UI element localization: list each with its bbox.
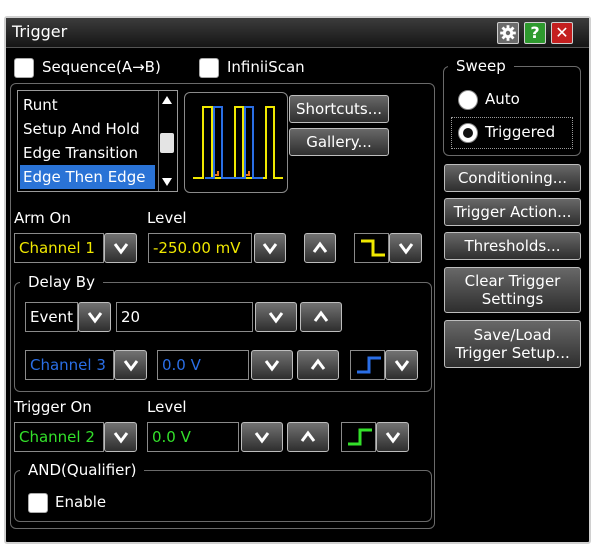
chevron-up-icon — [313, 310, 329, 322]
rising-edge-icon — [348, 428, 372, 446]
infiniiscan-checkbox[interactable] — [199, 58, 219, 78]
question-icon: ? — [530, 23, 540, 42]
infiniiscan-label: InfiniiScan — [227, 58, 305, 76]
chevron-down-icon — [385, 432, 400, 444]
scroll-thumb[interactable] — [160, 133, 174, 153]
clear-trigger-line1: Clear Trigger — [464, 272, 561, 290]
sweep-auto-radio[interactable] — [458, 90, 478, 110]
delay-mode-dropdown[interactable] — [78, 302, 111, 332]
chevron-up-icon — [312, 241, 328, 253]
dialog-title: Trigger — [12, 22, 68, 41]
close-button[interactable]: ✕ — [551, 22, 573, 44]
clear-trigger-line2: Settings — [481, 290, 544, 308]
chevron-down-icon — [254, 432, 270, 444]
delay-level-down-button[interactable] — [251, 350, 293, 380]
delay-level-input[interactable]: 0.0 V — [157, 350, 249, 380]
trigger-on-slope-select[interactable] — [341, 422, 376, 452]
arm-on-source-select[interactable]: Channel 1 — [14, 233, 104, 263]
trigger-on-label: Trigger On — [14, 398, 92, 416]
sweep-auto-label: Auto — [485, 90, 520, 108]
arm-on-slope-select[interactable] — [354, 233, 389, 263]
sweep-triggered-radio[interactable] — [458, 123, 478, 143]
chevron-down-icon — [264, 360, 280, 372]
list-item-selected[interactable]: Edge Then Edge — [20, 165, 155, 189]
trigger-on-level-down-button[interactable] — [241, 422, 283, 452]
sweep-triggered-label: Triggered — [485, 123, 556, 141]
trigger-on-source-select[interactable]: Channel 2 — [14, 422, 104, 452]
chevron-up-icon — [310, 358, 326, 370]
list-item[interactable]: Edge Transition — [20, 141, 155, 165]
chevron-down-icon — [398, 243, 413, 255]
trigger-waveform-preview — [184, 92, 288, 193]
shortcuts-button[interactable]: Shortcuts... — [289, 95, 389, 123]
qualifier-enable-label: Enable — [55, 493, 107, 511]
arm-on-level-input[interactable]: -250.00 mV — [148, 233, 252, 263]
delay-slope-select[interactable] — [350, 350, 385, 380]
chevron-down-icon — [113, 432, 128, 444]
qualifier-enable-checkbox[interactable] — [28, 493, 48, 513]
delay-mode-select[interactable]: Event — [25, 302, 78, 332]
delay-source-select[interactable]: Channel 3 — [25, 350, 114, 380]
delay-slope-dropdown[interactable] — [385, 350, 418, 380]
chevron-up-icon — [300, 430, 316, 442]
scroll-down-icon[interactable] — [160, 175, 174, 189]
save-load-line1: Save/Load — [473, 326, 552, 344]
chevron-down-icon — [123, 360, 138, 372]
help-button[interactable]: ? — [524, 22, 546, 44]
delay-by-title: Delay By — [20, 273, 103, 291]
sweep-title: Sweep — [448, 57, 514, 75]
trigger-on-level-label: Level — [147, 398, 187, 416]
delay-count-input[interactable]: 20 — [116, 302, 253, 332]
rising-edge-icon — [357, 356, 381, 374]
sequence-checkbox[interactable] — [14, 58, 34, 78]
arm-on-level-down-button[interactable] — [254, 233, 286, 263]
list-item[interactable]: Runt — [20, 93, 155, 117]
trigger-action-button[interactable]: Trigger Action... — [444, 198, 581, 226]
trigger-on-source-dropdown[interactable] — [104, 422, 137, 452]
arm-on-label: Arm On — [14, 209, 71, 227]
delay-count-up-button[interactable] — [300, 302, 342, 332]
sequence-label: Sequence(A→B) — [42, 58, 161, 76]
trigger-on-level-up-button[interactable] — [287, 422, 329, 452]
falling-edge-icon — [361, 239, 385, 257]
trigger-on-slope-dropdown[interactable] — [376, 422, 409, 452]
arm-on-slope-dropdown[interactable] — [389, 233, 422, 263]
arm-on-level-label: Level — [147, 209, 187, 227]
arm-on-source-dropdown[interactable] — [104, 233, 137, 263]
close-icon: ✕ — [555, 23, 569, 42]
save-load-trigger-setup-button[interactable]: Save/Load Trigger Setup... — [444, 320, 581, 368]
chevron-down-icon — [394, 360, 409, 372]
gear-icon[interactable] — [497, 22, 519, 44]
chevron-down-icon — [268, 312, 284, 324]
save-load-line2: Trigger Setup... — [455, 344, 570, 362]
list-item[interactable]: Setup And Hold — [20, 117, 155, 141]
chevron-down-icon — [262, 243, 278, 255]
conditioning-button[interactable]: Conditioning... — [444, 164, 581, 192]
delay-level-up-button[interactable] — [297, 350, 339, 380]
chevron-down-icon — [87, 312, 102, 324]
gallery-button[interactable]: Gallery... — [289, 128, 389, 156]
delay-source-dropdown[interactable] — [114, 350, 147, 380]
delay-count-down-button[interactable] — [255, 302, 297, 332]
scroll-up-icon[interactable] — [160, 93, 174, 107]
trigger-on-level-input[interactable]: 0.0 V — [147, 422, 239, 452]
chevron-down-icon — [113, 243, 128, 255]
clear-trigger-settings-button[interactable]: Clear Trigger Settings — [444, 267, 581, 313]
arm-on-level-up-button[interactable] — [304, 233, 336, 263]
thresholds-button[interactable]: Thresholds... — [444, 232, 581, 260]
qualifier-title: AND(Qualifier) — [20, 461, 145, 479]
